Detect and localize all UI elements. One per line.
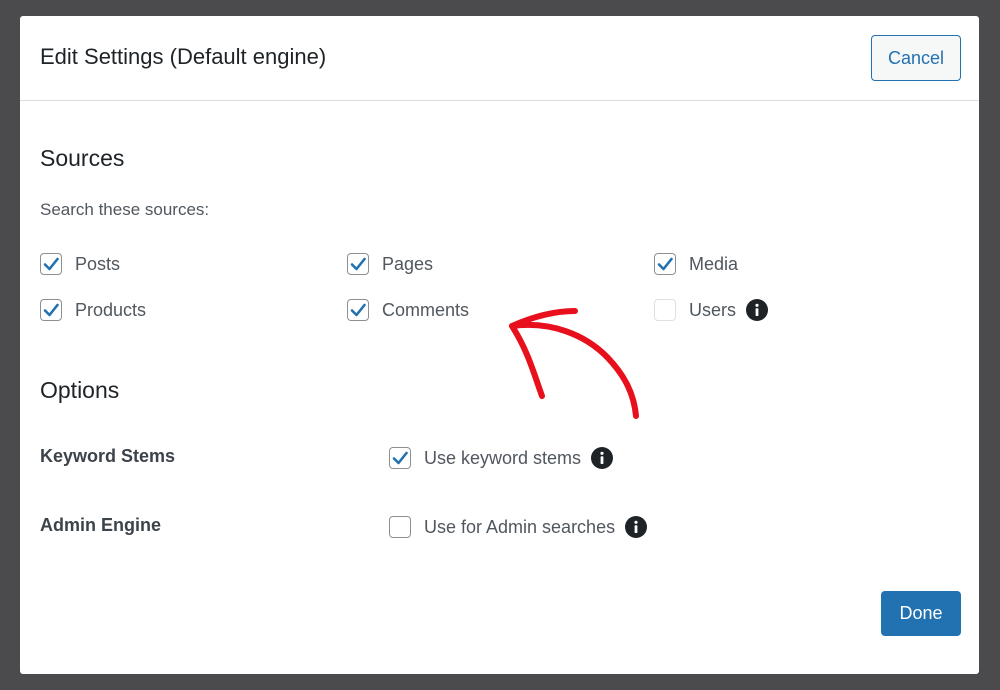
checkmark-icon: [350, 257, 366, 271]
checkmark-icon: [657, 257, 673, 271]
comments-checkbox[interactable]: [347, 299, 369, 321]
media-label: Media: [689, 253, 739, 274]
sources-intro: Search these sources:: [40, 200, 210, 219]
modal-title: Edit Settings (Default engine): [40, 44, 327, 69]
checkmark-icon: [43, 303, 59, 317]
products-checkbox[interactable]: [40, 299, 62, 321]
admin-engine-label: Admin Engine: [40, 515, 161, 535]
source-media[interactable]: Media: [654, 252, 738, 276]
keyword-stems-label: Keyword Stems: [40, 446, 176, 466]
info-icon[interactable]: [591, 447, 614, 469]
source-users: Users: [654, 298, 769, 322]
pages-label: Pages: [382, 253, 434, 274]
edit-settings-modal: Edit Settings (Default engine) Cancel So…: [20, 16, 979, 674]
checkmark-icon: [43, 257, 59, 271]
checkmark-icon: [350, 303, 366, 317]
comments-label: Comments: [382, 299, 470, 320]
source-comments[interactable]: Comments: [347, 298, 469, 322]
posts-checkbox[interactable]: [40, 253, 62, 275]
media-checkbox[interactable]: [654, 253, 676, 275]
keyword-stems-option[interactable]: Use keyword stems: [389, 446, 614, 470]
source-posts[interactable]: Posts: [40, 252, 120, 276]
pages-checkbox[interactable]: [347, 253, 369, 275]
source-pages[interactable]: Pages: [347, 252, 433, 276]
posts-label: Posts: [75, 253, 121, 274]
keyword-stems-checkbox[interactable]: [389, 447, 411, 469]
products-label: Products: [75, 299, 147, 320]
options-heading: Options: [40, 377, 120, 403]
admin-searches-checkbox[interactable]: [389, 516, 411, 538]
users-label: Users: [689, 299, 737, 320]
cancel-button[interactable]: Cancel: [871, 35, 961, 81]
done-button[interactable]: Done: [881, 591, 961, 636]
info-icon[interactable]: [625, 516, 648, 538]
checkmark-icon: [392, 451, 408, 465]
source-products[interactable]: Products: [40, 298, 146, 322]
red-arrow-icon: [509, 308, 639, 419]
sources-heading: Sources: [40, 145, 125, 171]
info-icon[interactable]: [746, 299, 769, 321]
keyword-stems-checkbox-label: Use keyword stems: [424, 447, 582, 468]
modal-header: Edit Settings (Default engine) Cancel: [20, 16, 979, 101]
admin-searches-checkbox-label: Use for Admin searches: [424, 516, 616, 537]
admin-engine-option[interactable]: Use for Admin searches: [389, 515, 648, 539]
